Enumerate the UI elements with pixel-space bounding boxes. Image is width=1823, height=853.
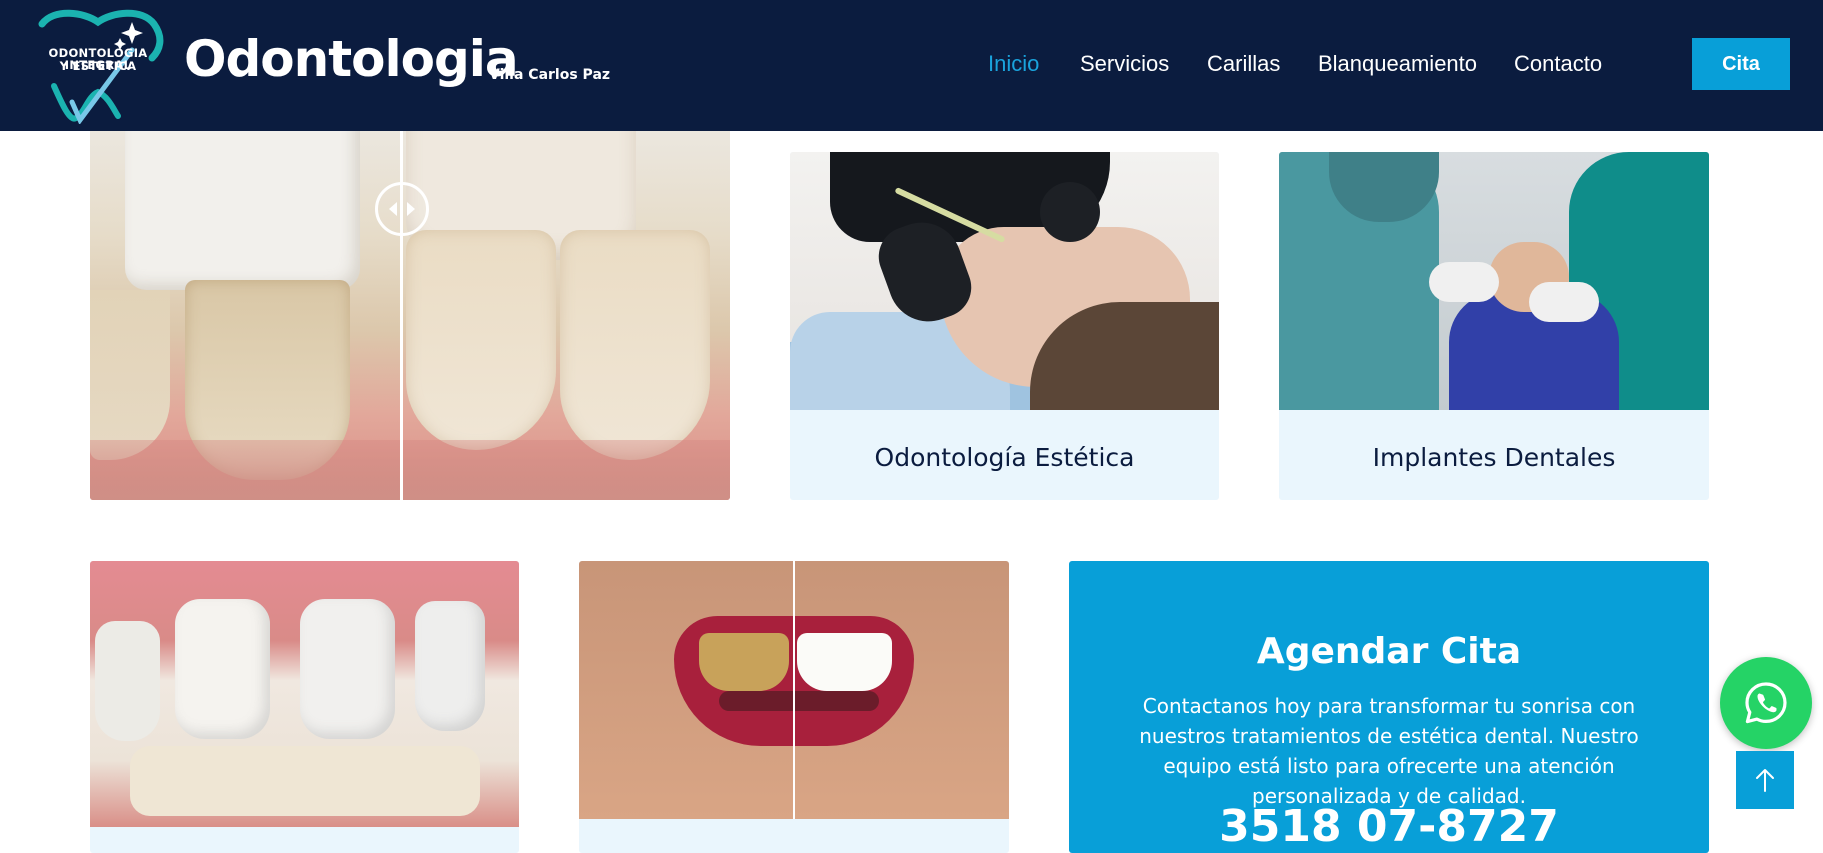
cita-button[interactable]: Cita [1692,38,1790,90]
card-title: Odontología Estética [874,443,1135,472]
brand-name[interactable]: Odontologia [184,34,519,84]
slider-divider[interactable] [400,120,403,500]
agendar-cita-box: Agendar Cita Contactanos hoy para transf… [1069,561,1709,853]
nav-item-blanqueamiento[interactable]: Blanqueamiento [1318,50,1477,78]
implant-surgery-image [1279,152,1709,410]
whatsapp-icon [1745,682,1787,724]
scroll-to-top-button[interactable] [1736,751,1794,809]
veneers-image [90,561,519,827]
teeth-closeup-image [90,120,730,500]
service-card-implantes[interactable]: Implantes Dentales [1279,152,1709,500]
dental-exam-image [790,152,1219,410]
service-card-blanqueamiento[interactable] [579,561,1009,853]
phone-number-link[interactable]: 3518 07-8727 [1069,801,1709,852]
arrow-right-icon [407,202,415,216]
site-header: ODONTOLOGIA INTEGRAL Y ESTETICA Odontolo… [0,0,1823,131]
service-card-carillas[interactable] [90,561,519,853]
nav-item-servicios[interactable]: Servicios [1080,50,1169,78]
logo-text-line2: Y ESTETICA [59,59,137,73]
slider-handle-icon[interactable] [375,182,429,236]
nav-item-inicio[interactable]: Inicio [988,50,1039,78]
nav-item-carillas[interactable]: Carillas [1207,50,1280,78]
cita-title: Agendar Cita [1256,631,1522,672]
nav-item-contacto[interactable]: Contacto [1514,50,1602,78]
whatsapp-button[interactable] [1720,657,1812,749]
arrow-left-icon [389,202,397,216]
service-card-estetica[interactable]: Odontología Estética [790,152,1219,500]
card-title: Implantes Dentales [1372,443,1616,472]
whitening-smile-image [579,561,1009,819]
cita-description: Contactanos hoy para transformar tu sonr… [1139,694,1639,808]
arrow-up-icon [1756,769,1774,792]
brand-location: Villa Carlos Paz [489,67,611,83]
before-after-slider[interactable] [90,120,730,500]
